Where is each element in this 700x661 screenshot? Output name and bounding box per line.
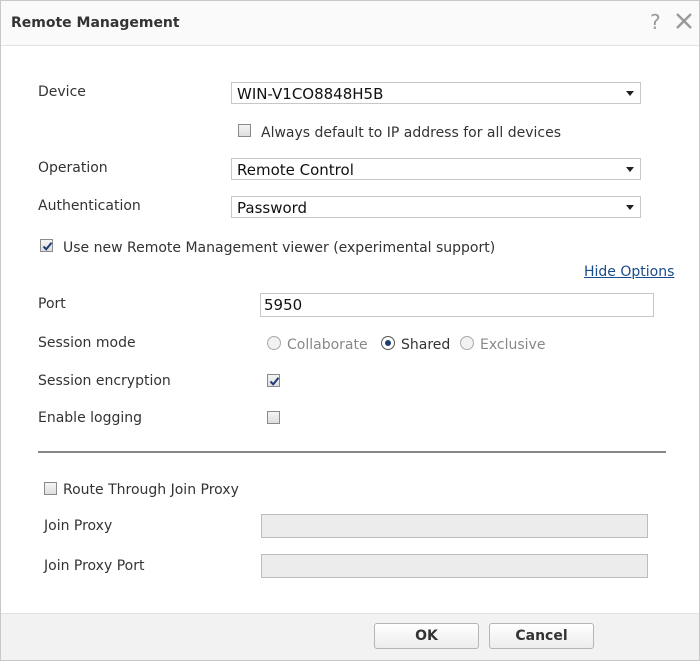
join-proxy-label: Join Proxy [44,518,113,534]
close-icon[interactable] [674,10,694,32]
chevron-down-icon [626,167,634,172]
remote-management-dialog: Remote Management ? Device WIN-V1CO8848H… [0,0,700,661]
session-encryption-label: Session encryption [38,373,171,389]
enable-logging-label: Enable logging [38,410,143,426]
dialog-titlebar: Remote Management ? [1,1,699,46]
checkmark-icon [269,377,280,386]
authentication-label: Authentication [38,198,141,214]
device-label: Device [38,84,86,100]
operation-select[interactable]: Remote Control [231,158,641,180]
operation-label: Operation [38,160,108,176]
session-mode-exclusive-radio[interactable] [460,336,474,350]
always-default-ip-label: Always default to IP address for all dev… [261,125,562,141]
route-join-proxy-label: Route Through Join Proxy [63,482,239,498]
session-mode-exclusive-label: Exclusive [480,337,546,353]
section-divider [38,451,666,453]
session-mode-label: Session mode [38,335,136,351]
authentication-select-value: Password [237,199,308,217]
port-label: Port [38,296,66,312]
operation-select-value: Remote Control [237,161,354,179]
port-input[interactable] [260,293,654,317]
device-select[interactable]: WIN-V1CO8848H5B [231,82,641,104]
chevron-down-icon [626,91,634,96]
join-proxy-input[interactable] [261,514,648,538]
use-new-viewer-checkbox[interactable] [40,239,53,252]
checkmark-icon [42,242,53,251]
dialog-footer: OK Cancel [1,613,699,660]
cancel-button[interactable]: Cancel [489,623,594,649]
hide-options-link[interactable]: Hide Options [584,264,674,280]
use-new-viewer-label: Use new Remote Management viewer (experi… [63,240,496,256]
route-join-proxy-checkbox[interactable] [44,482,57,495]
device-select-value: WIN-V1CO8848H5B [237,85,384,103]
session-mode-shared-label: Shared [401,337,451,353]
dialog-title: Remote Management [11,15,180,31]
authentication-select[interactable]: Password [231,196,641,218]
ok-button[interactable]: OK [374,623,479,649]
session-mode-shared-radio[interactable] [381,336,395,350]
help-icon[interactable]: ? [650,10,661,34]
session-mode-collaborate-label: Collaborate [287,337,368,353]
session-mode-collaborate-radio[interactable] [267,336,281,350]
join-proxy-port-input[interactable] [261,554,648,578]
session-encryption-checkbox[interactable] [267,374,280,387]
always-default-ip-checkbox[interactable] [238,124,251,137]
chevron-down-icon [626,205,634,210]
join-proxy-port-label: Join Proxy Port [44,558,145,574]
enable-logging-checkbox[interactable] [267,411,280,424]
